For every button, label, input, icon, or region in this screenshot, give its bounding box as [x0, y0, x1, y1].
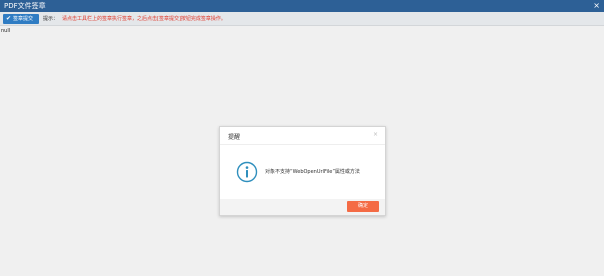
dialog-header: 提醒 ×: [220, 127, 385, 145]
window-titlebar: PDF文件签章 ×: [0, 0, 604, 12]
sign-submit-label: 签章提交: [13, 16, 34, 22]
toolbar: ✔ 签章提交 提示： 请点击工具栏上的签章执行签章，之后点击[签章提交]按钮完成签…: [0, 12, 604, 26]
window-close-icon[interactable]: ×: [593, 0, 600, 12]
sign-submit-button[interactable]: ✔ 签章提交: [3, 14, 39, 24]
null-text: null: [1, 28, 11, 34]
info-icon: [236, 161, 258, 183]
dialog-footer: 确定: [220, 199, 385, 215]
dialog-close-icon[interactable]: ×: [373, 131, 378, 138]
window-title: PDF文件签章: [4, 2, 46, 10]
check-icon: ✔: [6, 15, 12, 22]
dialog-title: 提醒: [228, 134, 241, 141]
tip-label: 提示：: [43, 16, 59, 22]
tip-text: 提示： 请点击工具栏上的签章执行签章，之后点击[签章提交]按钮完成签章操作。: [43, 14, 226, 24]
tip-message: 请点击工具栏上的签章执行签章，之后点击[签章提交]按钮完成签章操作。: [62, 16, 226, 22]
alert-dialog: 提醒 × 对象不支持“WebOpenUrlFile”属性或方法 确定: [219, 126, 386, 216]
ok-button[interactable]: 确定: [347, 201, 379, 212]
dialog-message: 对象不支持“WebOpenUrlFile”属性或方法: [265, 169, 360, 175]
